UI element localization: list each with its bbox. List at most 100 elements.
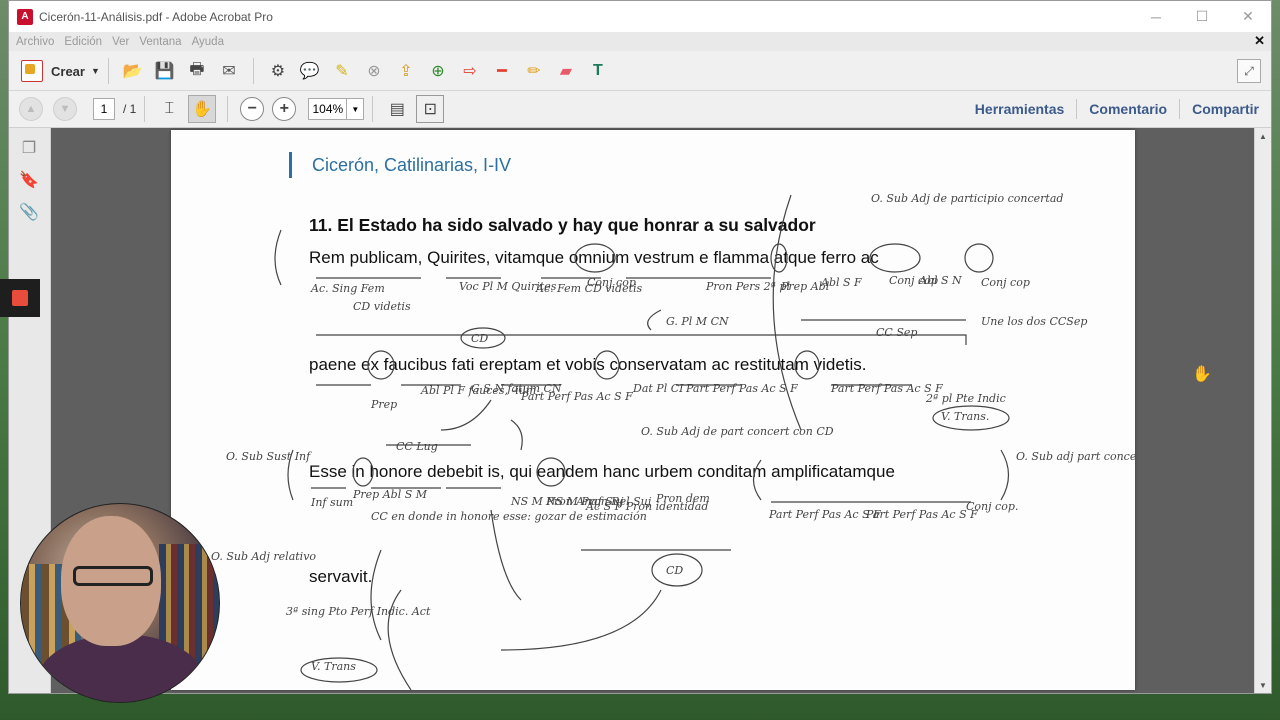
bracket-mark xyxy=(287,449,294,501)
menu-archivo[interactable]: Archivo xyxy=(16,36,54,48)
page-total-label: / 1 xyxy=(123,102,137,116)
annotation-0: O. Sub Adj de participio concertad xyxy=(871,192,1063,205)
annotation-4: Ac. Fem CD videtis xyxy=(535,282,643,295)
chevron-down-icon: ▼ xyxy=(90,66,100,76)
minimize-button[interactable]: ─ xyxy=(1133,1,1179,32)
annotation-25: O. Sub Adj de part concert con CD xyxy=(641,425,834,438)
webcam-overlay xyxy=(20,503,220,703)
handwritten-annotations: O. Sub Adj de participio concertad Ac. S… xyxy=(211,192,1135,690)
annotation-27: Prep Abl S M xyxy=(352,488,428,501)
attach-file-icon[interactable]: ⊕ xyxy=(425,58,451,84)
bracket-mark xyxy=(1000,449,1010,501)
close-window-button[interactable]: ✕ xyxy=(1225,1,1271,32)
arrow-mark xyxy=(510,419,523,451)
arrow-icon[interactable]: ⇨ xyxy=(457,58,483,84)
scroll-up-icon[interactable]: ▲ xyxy=(1255,128,1271,144)
main-toolbar: Crear ▼ 📂 💾 🖶 ✉ ⚙ 💬 ✎ ⊗ ⇪ ⊕ ⇨ ━ ✏ ▰ T ⤢ xyxy=(9,52,1271,91)
arrow-mark xyxy=(440,399,492,431)
toolbar-divider xyxy=(227,96,229,122)
annotation-28: CC Lug xyxy=(396,440,438,453)
menu-bar: Archivo Edición Ver Ventana Ayuda ✕ xyxy=(9,32,1271,51)
menu-ventana[interactable]: Ventana xyxy=(139,36,181,48)
pencil-icon[interactable]: ✏ xyxy=(521,58,547,84)
latin-line-3: Esse in honore debebit is, qui eandem ha… xyxy=(309,462,895,481)
annotation-6: Pron Pers 2ª pl xyxy=(705,280,790,293)
pages-thumbnail-icon[interactable]: ❐ xyxy=(17,136,41,160)
crear-label: Crear xyxy=(51,63,85,79)
annotation-9: Conj cop xyxy=(889,274,938,287)
annotation-37: Part Perf Pas Ac S F xyxy=(865,508,978,521)
highlight-text-icon[interactable]: ✎ xyxy=(329,58,355,84)
latin-line-2: paene ex faucibus fati ereptam et vobis … xyxy=(309,355,867,374)
circle-mark xyxy=(300,657,378,683)
annotation-8: Abl S F xyxy=(820,276,862,289)
annotation-15: CC Sep xyxy=(876,326,917,339)
bookmark-icon[interactable]: 🔖 xyxy=(17,168,41,192)
annotation-22: Part Perf Pas Ac S F xyxy=(830,382,943,395)
glasses xyxy=(73,566,153,586)
menu-edicion[interactable]: Edición xyxy=(64,36,102,48)
fit-page-icon[interactable]: ▤ xyxy=(384,96,410,122)
annotation-30: Inf sum xyxy=(310,496,353,509)
expand-view-icon[interactable]: ⤢ xyxy=(1237,59,1261,83)
text-tool-icon[interactable]: T xyxy=(585,58,611,84)
stamp-icon[interactable]: ⊗ xyxy=(361,58,387,84)
crear-button[interactable]: Crear ▼ xyxy=(21,60,100,82)
circle-mark xyxy=(932,405,1010,431)
hand-tool-icon[interactable]: ✋ xyxy=(188,95,217,123)
annotation-34: Pron dem xyxy=(655,492,710,505)
eraser-icon[interactable]: ▰ xyxy=(553,58,579,84)
latin-line-1: Rem publicam, Quirites, vitamque omnium … xyxy=(309,248,879,267)
annotation-11: Conj cop xyxy=(981,276,1030,289)
zoom-select[interactable]: 104% ▼ xyxy=(308,98,365,120)
save-icon[interactable]: 💾 xyxy=(152,58,178,84)
annotation-1: Ac. Sing Fem xyxy=(310,282,385,295)
compartir-link[interactable]: Compartir xyxy=(1179,99,1271,119)
pdf-page: Cicerón, Catilinarias, I-IV 11. El Estad… xyxy=(171,130,1135,690)
scroll-down-icon[interactable]: ▼ xyxy=(1255,677,1271,693)
menu-ver[interactable]: Ver xyxy=(112,36,129,48)
line-icon[interactable]: ━ xyxy=(489,58,515,84)
fit-width-icon[interactable]: ⊡ xyxy=(416,95,445,123)
export-icon[interactable]: ⇪ xyxy=(393,58,419,84)
zoom-out-icon[interactable]: − xyxy=(240,97,265,121)
annotation-23: 2ª pl Pte Indic xyxy=(925,392,1006,405)
print-icon[interactable]: 🖶 xyxy=(184,58,210,84)
toolbar-divider xyxy=(107,58,109,84)
circle-mark xyxy=(964,243,994,273)
email-icon[interactable]: ✉ xyxy=(216,58,242,84)
create-pdf-icon xyxy=(21,60,43,82)
menu-ayuda[interactable]: Ayuda xyxy=(192,36,224,48)
annotation-3: Voc Pl M Quirites xyxy=(459,280,557,293)
window-controls: ─ ☐ ✕ xyxy=(1133,1,1271,32)
annotation-21: Part Perf Pas Ac S F xyxy=(685,382,798,395)
attachment-icon[interactable]: 📎 xyxy=(17,200,41,224)
gear-icon[interactable]: ⚙ xyxy=(265,58,291,84)
zoom-in-icon[interactable]: + xyxy=(272,97,297,121)
comment-icon[interactable]: 💬 xyxy=(297,58,323,84)
page-number-input[interactable]: 1 xyxy=(93,98,115,120)
latin-line-4: servavit. xyxy=(309,567,373,586)
navigation-toolbar: ▲ ▼ 1 / 1 ⌶ ✋ − + 104% ▼ ▤ ⊡ Herramienta… xyxy=(9,91,1271,128)
record-icon xyxy=(12,290,28,306)
maximize-button[interactable]: ☐ xyxy=(1179,1,1225,32)
open-folder-icon[interactable]: 📂 xyxy=(120,58,146,84)
next-page-icon[interactable]: ▼ xyxy=(53,97,77,121)
right-panel-links: Herramientas Comentario Compartir xyxy=(963,91,1271,127)
annotation-17: Abl Pl F fauces, -ium xyxy=(420,384,536,397)
record-button[interactable] xyxy=(0,279,40,317)
select-cursor-icon[interactable]: ⌶ xyxy=(156,96,182,122)
bracket-mark xyxy=(274,229,282,286)
acrobat-logo-icon: A xyxy=(17,8,33,25)
close-document-icon[interactable]: ✕ xyxy=(1254,33,1265,49)
annotation-32: NS M Pron Rel Suj xyxy=(545,495,652,508)
previous-page-icon[interactable]: ▲ xyxy=(19,97,43,121)
comentario-link[interactable]: Comentario xyxy=(1076,99,1179,119)
annotation-12: Une los dos CCSep xyxy=(981,315,1087,328)
toolbar-divider xyxy=(252,58,254,84)
zoom-value: 104% xyxy=(312,102,344,116)
herramientas-link[interactable]: Herramientas xyxy=(963,99,1077,119)
annotation-14: G. Pl M CN xyxy=(666,315,729,328)
vertical-scrollbar[interactable]: ▲ ▼ xyxy=(1254,128,1271,693)
hand-cursor-icon: ✋ xyxy=(1192,366,1212,383)
